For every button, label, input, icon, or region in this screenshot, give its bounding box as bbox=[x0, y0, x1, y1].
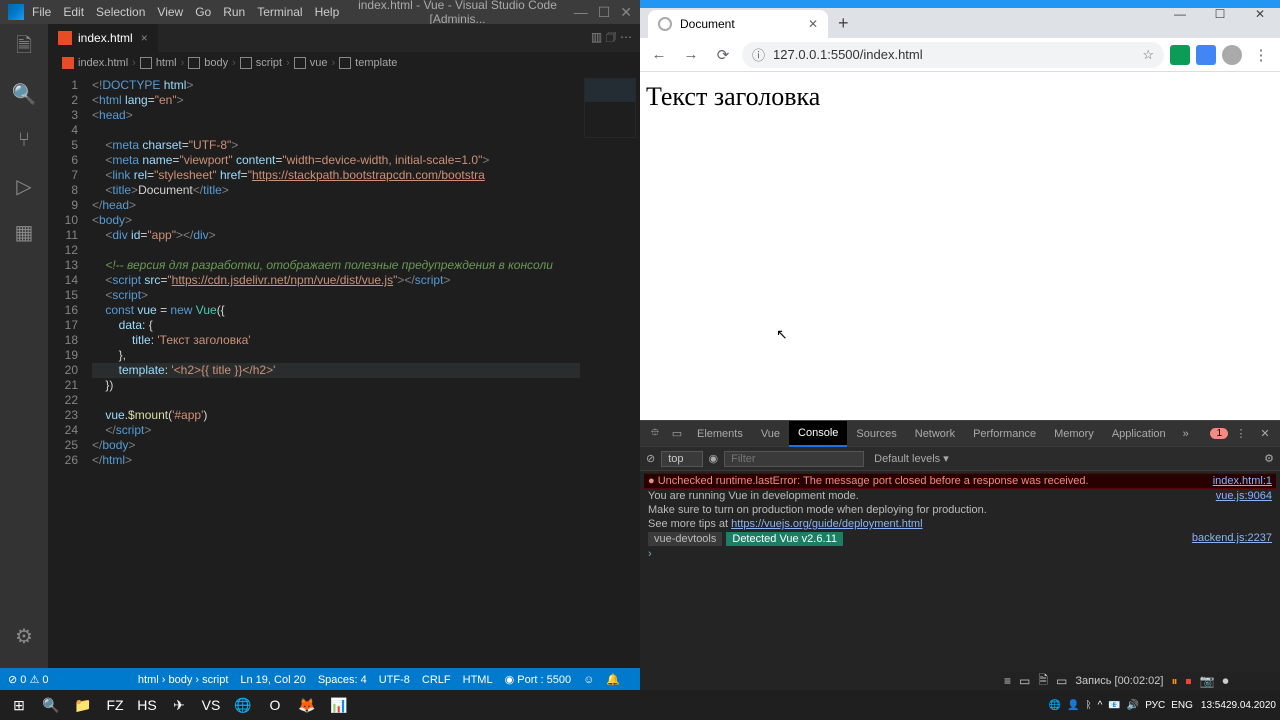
taskbar-app-icon[interactable]: 🌐 bbox=[228, 691, 258, 719]
browser-toolbar: ← → ⟳ ⓘ 127.0.0.1:5500/index.html ☆ ⋮ bbox=[640, 38, 1280, 72]
system-clock[interactable]: 13:54 29.04.2020 bbox=[1201, 700, 1276, 711]
page-heading: Текст заголовка bbox=[646, 82, 1274, 112]
inspect-icon[interactable]: ⯐ bbox=[644, 424, 666, 443]
close-button[interactable]: ✕ bbox=[1240, 2, 1280, 26]
extensions-icon[interactable]: ▦ bbox=[10, 218, 38, 246]
menu-selection[interactable]: Selection bbox=[96, 5, 145, 19]
recording-bar[interactable]: ≡▭🗎▭ Запись [00:02:02] ⏸ ⏹ 📷 ⏺ bbox=[1000, 672, 1280, 690]
window-title: index.html - Vue - Visual Studio Code [A… bbox=[351, 0, 563, 26]
close-tab-icon[interactable]: × bbox=[141, 31, 148, 45]
vscode-window: File Edit Selection View Go Run Terminal Help i… bbox=[0, 0, 640, 690]
taskbar-app-icon[interactable]: VS bbox=[196, 691, 226, 719]
tray-icon[interactable]: 🔊 bbox=[1127, 700, 1139, 711]
device-icon[interactable]: ▭ bbox=[666, 427, 688, 440]
devtools-tab-sources[interactable]: Sources bbox=[847, 421, 905, 447]
menu-go[interactable]: Go bbox=[195, 5, 211, 19]
editor-actions[interactable]: ▥ 🗇 ⋯ bbox=[583, 24, 640, 52]
settings-gear-icon[interactable]: ⚙ bbox=[10, 622, 38, 650]
back-button[interactable]: ← bbox=[646, 42, 672, 68]
context-select[interactable]: top bbox=[661, 451, 702, 467]
devtools-tab-vue[interactable]: Vue bbox=[752, 421, 789, 447]
vscode-logo-icon bbox=[8, 4, 24, 20]
tray-icon[interactable]: ENG bbox=[1171, 700, 1193, 711]
tray-icon[interactable]: 👤 bbox=[1067, 700, 1079, 711]
page-viewport[interactable]: Текст заголовка bbox=[640, 72, 1280, 420]
status-bar[interactable]: ⊘ 0 ⚠ 0 html › body › scriptLn 19, Col 2… bbox=[0, 668, 640, 690]
console-output[interactable]: ● Unchecked runtime.lastError: The messa… bbox=[640, 471, 1280, 690]
new-tab-button[interactable]: + bbox=[838, 13, 849, 34]
favicon-icon bbox=[658, 17, 672, 31]
minimize-button[interactable]: — bbox=[1160, 2, 1200, 26]
html-file-icon bbox=[58, 31, 72, 45]
avatar[interactable] bbox=[1222, 45, 1242, 65]
browser-window: Document ✕ + — ☐ ✕ ← → ⟳ ⓘ 127.0.0.1:550… bbox=[640, 0, 1280, 690]
close-tab-icon[interactable]: ✕ bbox=[808, 17, 818, 31]
breadcrumb[interactable]: index.html›html›body›script›vue›template bbox=[48, 52, 640, 74]
browser-tabstrip: Document ✕ + — ☐ ✕ bbox=[640, 8, 1280, 38]
devtools-close-icon[interactable]: ✕ bbox=[1254, 427, 1276, 440]
menu-run[interactable]: Run bbox=[223, 5, 245, 19]
tray-icon[interactable]: 🌐 bbox=[1049, 700, 1061, 711]
console-settings-icon[interactable]: ⚙ bbox=[1264, 452, 1274, 465]
editor-tabs: index.html × ▥ 🗇 ⋯ bbox=[48, 24, 640, 52]
minimap[interactable] bbox=[580, 74, 640, 668]
devtools-tab-elements[interactable]: Elements bbox=[688, 421, 752, 447]
extension-icon[interactable] bbox=[1196, 45, 1216, 65]
address-bar[interactable]: ⓘ 127.0.0.1:5500/index.html ☆ bbox=[742, 42, 1164, 68]
code-editor[interactable]: 1234567891011121314151617181920212223242… bbox=[48, 74, 640, 668]
log-levels[interactable]: Default levels ▾ bbox=[874, 452, 949, 465]
menu-terminal[interactable]: Terminal bbox=[257, 5, 302, 19]
taskbar-app-icon[interactable]: 🦊 bbox=[292, 691, 322, 719]
error-badge[interactable]: 1 bbox=[1210, 428, 1228, 439]
menu-edit[interactable]: Edit bbox=[63, 5, 84, 19]
scm-icon[interactable]: ⑂ bbox=[10, 126, 38, 154]
bookmark-star-icon[interactable]: ☆ bbox=[1142, 47, 1154, 63]
console-filter-input[interactable] bbox=[724, 451, 864, 467]
tray-icon[interactable]: ^ bbox=[1098, 700, 1103, 711]
vscode-titlebar[interactable]: File Edit Selection View Go Run Terminal Help i… bbox=[0, 0, 640, 24]
devtools-tab-performance[interactable]: Performance bbox=[964, 421, 1045, 447]
maximize-button[interactable]: ☐ bbox=[1200, 2, 1240, 26]
tab-index-html[interactable]: index.html × bbox=[48, 24, 159, 52]
taskbar-app-icon[interactable]: 📊 bbox=[324, 691, 354, 719]
taskbar-app-icon[interactable]: FZ bbox=[100, 691, 130, 719]
clear-console-icon[interactable]: ⊘ bbox=[646, 452, 655, 465]
reload-button[interactable]: ⟳ bbox=[710, 42, 736, 68]
tray-icon[interactable]: РУС bbox=[1145, 700, 1165, 711]
menu-view[interactable]: View bbox=[157, 5, 183, 19]
site-info-icon[interactable]: ⓘ bbox=[752, 45, 765, 64]
taskbar-app-icon[interactable]: 📁 bbox=[68, 691, 98, 719]
search-icon[interactable]: 🔍 bbox=[10, 80, 38, 108]
devtools-tab-network[interactable]: Network bbox=[906, 421, 964, 447]
taskbar-app-icon[interactable]: ✈ bbox=[164, 691, 194, 719]
menu-help[interactable]: Help bbox=[315, 5, 340, 19]
devtools-menu-icon[interactable]: ⋮ bbox=[1230, 427, 1252, 440]
devtools: ⯐ ▭ ElementsVueConsoleSourcesNetworkPerf… bbox=[640, 420, 1280, 690]
menu-button[interactable]: ⋮ bbox=[1248, 42, 1274, 68]
tray-icon[interactable]: 📧 bbox=[1108, 700, 1120, 711]
browser-tab[interactable]: Document ✕ bbox=[648, 10, 828, 38]
explorer-icon[interactable]: 🗎 bbox=[10, 34, 38, 62]
tray-icon[interactable]: ᚱ bbox=[1086, 700, 1092, 711]
menu-file[interactable]: File bbox=[32, 5, 51, 19]
taskbar-app-icon[interactable]: HS bbox=[132, 691, 162, 719]
eye-icon[interactable]: ◉ bbox=[709, 452, 719, 465]
extension-icon[interactable] bbox=[1170, 45, 1190, 65]
taskbar-app-icon[interactable]: O bbox=[260, 691, 290, 719]
window-controls[interactable]: —☐✕ bbox=[564, 4, 632, 21]
more-tabs-icon[interactable]: » bbox=[1175, 428, 1197, 440]
windows-taskbar[interactable]: ⊞🔍📁FZHS✈VS🌐O🦊📊 🌐👤ᚱ^📧🔊РУСENG 13:54 29.04.… bbox=[0, 690, 1280, 720]
devtools-tab-application[interactable]: Application bbox=[1103, 421, 1175, 447]
devtools-tab-console[interactable]: Console bbox=[789, 421, 847, 447]
debug-icon[interactable]: ▷ bbox=[10, 172, 38, 200]
activity-bar[interactable]: 🗎 🔍 ⑂ ▷ ▦ ⚙ bbox=[0, 24, 48, 668]
devtools-tab-memory[interactable]: Memory bbox=[1045, 421, 1103, 447]
forward-button[interactable]: → bbox=[678, 42, 704, 68]
taskbar-app-icon[interactable]: ⊞ bbox=[4, 691, 34, 719]
taskbar-app-icon[interactable]: 🔍 bbox=[36, 691, 66, 719]
